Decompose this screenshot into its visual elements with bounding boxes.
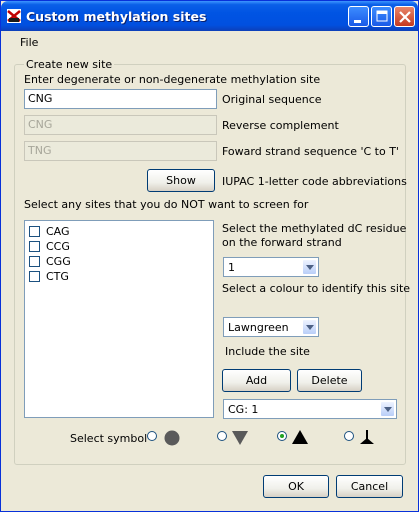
list-item[interactable]: CCG bbox=[29, 240, 70, 255]
group-legend: Create new site bbox=[24, 58, 115, 71]
checkbox[interactable] bbox=[29, 226, 40, 237]
forward-strand-label: Foward strand sequence 'C to T' bbox=[222, 145, 399, 158]
screen-sites-label: Select any sites that you do NOT want to… bbox=[24, 198, 309, 211]
checkbox[interactable] bbox=[29, 271, 40, 282]
app-icon bbox=[7, 9, 21, 23]
close-button[interactable] bbox=[394, 6, 415, 27]
original-sequence-label: Original sequence bbox=[222, 93, 322, 106]
title-bar[interactable]: Custom methylation sites bbox=[1, 1, 418, 31]
site-select[interactable]: CG: 1 bbox=[223, 399, 397, 419]
chevron-down-icon[interactable] bbox=[302, 319, 317, 335]
maximize-button[interactable] bbox=[371, 6, 392, 27]
residue-label-line1: Select the methylated dC residue bbox=[222, 222, 407, 235]
symbol-radio-up-triangle[interactable] bbox=[277, 431, 287, 441]
symbol-radio-down-triangle[interactable] bbox=[217, 431, 227, 441]
residue-label-line2: on the forward strand bbox=[222, 236, 342, 249]
close-icon bbox=[399, 11, 411, 23]
include-site-label: Include the site bbox=[225, 345, 310, 358]
list-item[interactable]: CAG bbox=[29, 225, 70, 240]
minimize-button[interactable] bbox=[348, 6, 369, 27]
up-triangle-symbol-icon bbox=[292, 430, 308, 444]
show-button[interactable]: Show bbox=[147, 169, 215, 192]
menu-file[interactable]: File bbox=[20, 36, 38, 49]
reverse-complement-label: Reverse complement bbox=[222, 119, 339, 132]
residue-select[interactable]: 1 bbox=[223, 257, 319, 277]
menu-bar: File bbox=[2, 31, 417, 52]
window-title: Custom methylation sites bbox=[26, 9, 207, 24]
colour-select[interactable]: Lawngreen bbox=[223, 317, 319, 337]
reverse-complement-field: CNG bbox=[24, 115, 217, 135]
symbol-radio-circle[interactable] bbox=[147, 431, 157, 441]
checkbox[interactable] bbox=[29, 241, 40, 252]
instruction-label: Enter degenerate or non-degenerate methy… bbox=[24, 73, 321, 86]
colour-label: Select a colour to identify this site bbox=[222, 282, 411, 295]
list-item[interactable]: CGG bbox=[29, 255, 71, 270]
forward-strand-field: TNG bbox=[24, 141, 217, 161]
add-button[interactable]: Add bbox=[222, 369, 291, 392]
minimize-icon bbox=[354, 20, 361, 23]
circle-symbol-icon bbox=[164, 430, 180, 446]
chevron-down-icon[interactable] bbox=[380, 401, 395, 417]
pin-symbol-icon bbox=[360, 430, 374, 444]
ok-button[interactable]: OK bbox=[263, 475, 329, 498]
maximize-icon bbox=[376, 10, 388, 22]
sites-checklist[interactable]: CAG CCG CGG CTG bbox=[24, 220, 214, 418]
symbol-radio-pin[interactable] bbox=[344, 431, 354, 441]
delete-button[interactable]: Delete bbox=[297, 369, 362, 392]
iupac-label: IUPAC 1-letter code abbreviations bbox=[222, 175, 407, 188]
original-sequence-input[interactable]: CNG bbox=[24, 89, 217, 109]
dialog-window: Custom methylation sites File Create new… bbox=[0, 0, 419, 512]
cancel-button[interactable]: Cancel bbox=[336, 475, 403, 498]
chevron-down-icon[interactable] bbox=[302, 259, 317, 275]
list-item[interactable]: CTG bbox=[29, 270, 69, 285]
checkbox[interactable] bbox=[29, 256, 40, 267]
down-triangle-symbol-icon bbox=[232, 431, 248, 445]
select-symbol-label: Select symbol bbox=[70, 432, 148, 445]
